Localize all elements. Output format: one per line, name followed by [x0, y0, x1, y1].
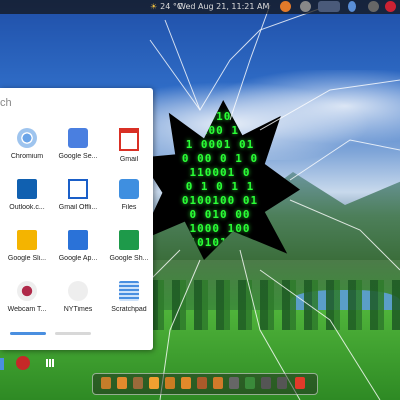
top-panel: ☀ 24 °C Wed Aug 21, 11:21 AM	[0, 0, 400, 14]
chromium-icon	[17, 128, 37, 148]
dock-app-2-icon[interactable]	[117, 377, 127, 389]
app-launcher: Chromium Google Se... Gmail Outlook.c... Gma…	[0, 88, 153, 350]
network-icon[interactable]	[368, 1, 379, 12]
dock	[92, 373, 318, 395]
launcher-search-row	[0, 88, 153, 118]
dock-app-3-icon[interactable]	[133, 377, 143, 389]
firefox-icon[interactable]	[280, 1, 291, 12]
app-tile[interactable]: Gmail	[104, 128, 154, 178]
app-tile[interactable]: Files	[104, 179, 154, 229]
google-slides-icon	[17, 230, 37, 250]
shelf-left	[0, 350, 60, 376]
app-label: Scratchpad	[111, 306, 147, 313]
app-label: Gmail	[119, 156, 139, 163]
dock-app-8-icon[interactable]	[213, 377, 223, 389]
app-label: Google Se...	[58, 153, 98, 160]
app-tile[interactable]: Webcam T...	[2, 281, 52, 331]
app-label: Gmail Offli...	[58, 204, 98, 211]
bluetooth-icon[interactable]	[348, 1, 356, 12]
dock-app-4-icon[interactable]	[149, 377, 159, 389]
dock-app-10-icon[interactable]	[245, 377, 255, 389]
app-tile[interactable]: Google Sli...	[2, 230, 52, 280]
settings-icon[interactable]	[300, 1, 311, 12]
google-apps-script-icon	[68, 230, 88, 250]
dock-app-7-icon[interactable]	[197, 377, 207, 389]
google-search-icon	[68, 128, 88, 148]
app-label: Google Sh...	[109, 255, 149, 262]
app-label: Webcam T...	[7, 306, 47, 313]
panel-app-icon[interactable]	[318, 1, 340, 12]
dock-app-13-icon[interactable]	[295, 377, 305, 389]
app-tile[interactable]: Gmail Offli...	[53, 179, 103, 229]
app-tile[interactable]: Chromium	[2, 128, 52, 178]
search-input[interactable]	[0, 94, 120, 112]
dock-app-6-icon[interactable]	[181, 377, 191, 389]
files-icon	[119, 179, 139, 199]
app-label: Outlook.c...	[9, 204, 45, 211]
app-launcher-button[interactable]	[46, 359, 54, 367]
dock-app-5-icon[interactable]	[165, 377, 175, 389]
app-tile[interactable]: Outlook.c...	[2, 179, 52, 229]
webcam-toy-icon	[17, 281, 37, 301]
app-tile[interactable]: Google Se...	[53, 128, 103, 178]
shelf-record-icon[interactable]	[16, 356, 30, 370]
outlook-icon	[17, 179, 37, 199]
shelf-app-icon[interactable]	[0, 358, 4, 370]
app-label: Google Sli...	[7, 255, 47, 262]
google-sheets-icon	[119, 230, 139, 250]
dock-app-9-icon[interactable]	[229, 377, 239, 389]
dock-app-1-icon[interactable]	[101, 377, 111, 389]
app-label: Google Ap...	[58, 255, 98, 262]
page-dot-1[interactable]	[10, 332, 46, 335]
gmail-offline-icon	[68, 179, 88, 199]
page-indicator	[10, 332, 91, 336]
clock[interactable]: Wed Aug 21, 11:21 AM	[178, 2, 269, 11]
app-tile[interactable]: NYTimes	[53, 281, 103, 331]
page-dot-2[interactable]	[55, 332, 91, 335]
power-icon[interactable]	[385, 1, 396, 12]
scratchpad-icon	[119, 281, 139, 301]
dock-app-12-icon[interactable]	[277, 377, 287, 389]
app-label: NYTimes	[63, 306, 93, 313]
nytimes-icon	[68, 281, 88, 301]
app-tile[interactable]: Google Sh...	[104, 230, 154, 280]
app-label: Chromium	[10, 153, 44, 160]
gmail-icon	[119, 128, 139, 151]
app-tile[interactable]: Scratchpad	[104, 281, 154, 331]
app-label: Files	[121, 204, 137, 211]
weather-icon: ☀	[150, 2, 158, 11]
dock-app-11-icon[interactable]	[261, 377, 271, 389]
app-tile[interactable]: Google Ap...	[53, 230, 103, 280]
